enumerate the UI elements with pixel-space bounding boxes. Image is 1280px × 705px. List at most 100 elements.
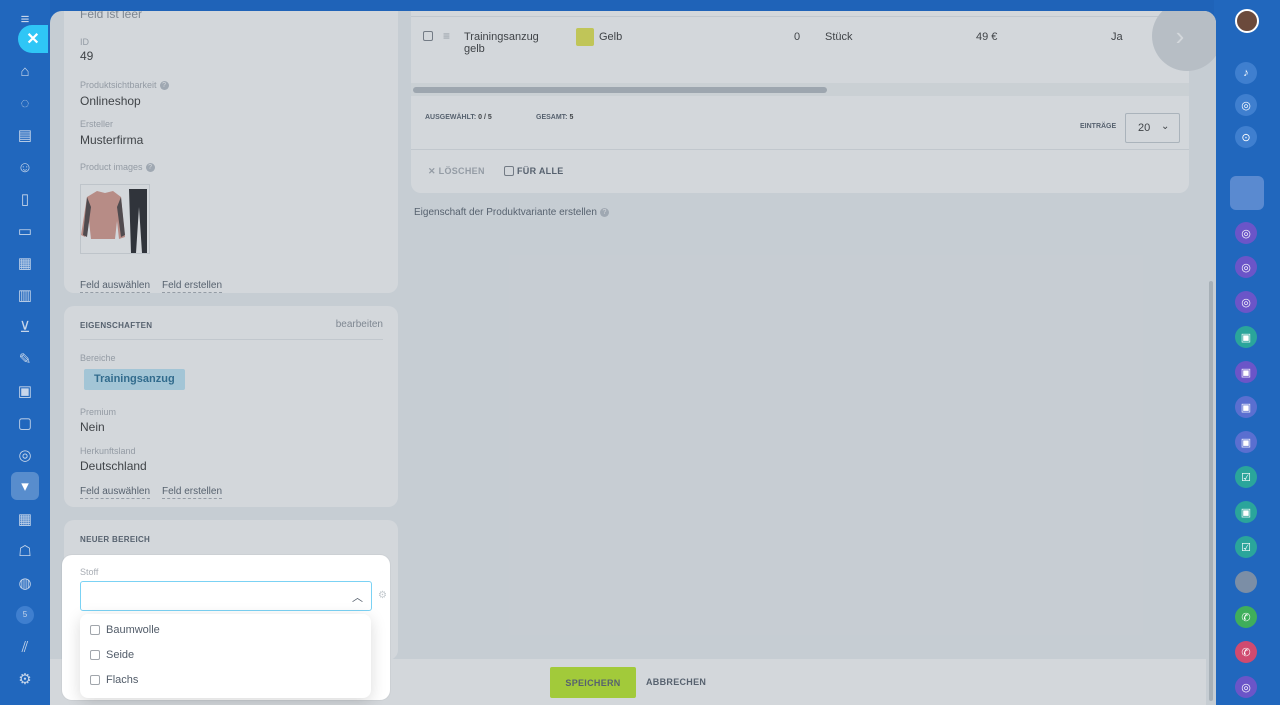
left-navigation-rail: ≡ ⌂ ◌ ▤ ☺ ▯ ▭ ▦ ▥ ⊻ ✎ ▣ ▢ ◎ ▾ ▦ ☖ ◍ 5 ⫽ … [0,0,50,705]
cancel-button[interactable]: ABBRECHEN [646,677,706,687]
settings-icon[interactable]: ⚙ [14,668,36,690]
empty-field-text: Feld ist leer [80,11,143,21]
variants-grid-card: ≡ Trainingsanzug gelb Gelb 0 Stück 49 € … [411,11,1189,193]
variant-active: Ja [1111,31,1123,43]
option-flachs[interactable]: Flachs [90,671,138,689]
product-info-card: Feld ist leer ID 49 Produktsichtbarkeit?… [64,11,398,293]
counter-badge[interactable]: 5 [14,604,36,626]
channel-icon[interactable]: ◎ [1235,222,1257,244]
origin-label: Herkunftsland [80,446,136,456]
vertical-scrollbar[interactable] [1209,281,1213,701]
help-icon[interactable]: ? [599,207,609,217]
drag-handle-icon[interactable]: ≡ [443,29,450,43]
checkbox-icon[interactable]: ☑ [1235,466,1257,488]
phone-icon[interactable]: ✆ [1235,641,1257,663]
activity-icon[interactable]: ◌ [14,92,36,114]
color-swatch [576,28,594,46]
stoff-dropdown: Baumwolle Seide Flachs [80,614,371,698]
premium-label: Premium [80,407,117,417]
activity-stream-icon[interactable]: ◎ [1235,94,1257,116]
channel-icon[interactable]: ◎ [1235,676,1257,698]
close-icon: ✕ [428,166,436,176]
properties-card: EIGENSCHAFTEN bearbeiten Bereiche Traini… [64,306,398,507]
selected-label: AUSGEWÄHLT: [425,114,477,121]
delete-button[interactable]: ✕ LÖSCHEN [428,166,485,177]
robot-icon[interactable]: ☖ [14,540,36,562]
for-all-checkbox[interactable]: FÜR ALLE [504,166,564,176]
right-rail: ♪ ◎ ⊙ ◎ ◎ ◎ ▣ ▣ ▣ ▣ ☑ ▣ ☑ ✆ ✆ ◎ [1214,0,1280,705]
presentation-icon[interactable]: ▦ [14,252,36,274]
field-edit-popup: Stoff ︿ ⚙ Baumwolle Seide Flachs [62,555,390,700]
gear-icon[interactable]: ⚙ [378,590,387,601]
variant-color: Gelb [599,31,623,43]
section-tag[interactable]: Trainingsanzug [84,369,185,390]
lock-icon[interactable]: ▣ [1235,396,1257,418]
product-image-thumbnail[interactable] [80,184,150,254]
create-field-link[interactable]: Feld erstellen [162,280,223,293]
new-section-title: NEUER BEREICH [80,535,151,544]
analytics-icon[interactable]: ▥ [14,284,36,306]
row-checkbox[interactable] [423,31,433,41]
help-icon[interactable]: ? [159,81,169,91]
search-icon[interactable]: ⊙ [1235,126,1257,148]
checkbox[interactable] [90,650,100,660]
catalog-icon[interactable]: ▾ [14,475,36,497]
lock-icon[interactable]: ▣ [1235,431,1257,453]
chevron-down-icon: ⌄ [1161,121,1170,132]
divider [80,339,383,340]
checkbox-icon[interactable]: ☑ [1235,536,1257,558]
close-slider-button[interactable]: ✕ [18,25,48,53]
select-field-link[interactable]: Feld auswählen [80,486,151,499]
entries-label: EINTRÄGE [1080,123,1117,130]
support-icon[interactable]: ◎ [14,444,36,466]
checkbox[interactable] [504,166,514,176]
phone-icon[interactable]: ✆ [1235,606,1257,628]
payments-icon[interactable]: ▭ [14,220,36,242]
create-variant-property-link[interactable]: Eigenschaft der Produktvariante erstelle… [414,207,609,218]
documents-icon[interactable]: ▯ [14,188,36,210]
variant-name[interactable]: Trainingsanzug gelb [464,31,554,55]
checkbox[interactable] [90,625,100,635]
images-label: Product images? [80,162,155,173]
lock-icon[interactable]: ▣ [1235,326,1257,348]
total-label: GESAMT: [536,114,568,121]
archive-icon[interactable]: ▣ [14,380,36,402]
for-all-label: FÜR ALLE [517,166,564,176]
table-row: ≡ Trainingsanzug gelb Gelb 0 Stück 49 € … [411,16,1189,66]
tasks-icon[interactable]: ▤ [14,124,36,146]
counter-value: 5 [16,606,34,624]
calendar-icon[interactable]: ▦ [14,508,36,530]
cart-icon[interactable]: ⊻ [14,316,36,338]
edit-document-icon[interactable]: ✎ [14,348,36,370]
select-field-link[interactable]: Feld auswählen [80,280,151,293]
lock-icon[interactable]: ▣ [1235,501,1257,523]
sites-icon[interactable]: ⫽ [14,636,36,658]
option-baumwolle[interactable]: Baumwolle [90,621,160,639]
variant-price: 49 € [976,31,998,43]
contact-avatar[interactable] [1230,176,1264,210]
horizontal-scrollbar[interactable] [413,87,827,93]
create-variant-property-text: Eigenschaft der Produktvariante erstelle… [414,207,597,218]
variant-unit: Stück [825,31,853,43]
notifications-icon[interactable]: ♪ [1235,62,1257,84]
target-icon[interactable]: ◍ [14,572,36,594]
help-icon[interactable]: ? [145,163,155,173]
stoff-select[interactable]: ︿ [80,581,372,611]
contact-avatar[interactable] [1235,571,1257,593]
channel-icon[interactable]: ◎ [1235,291,1257,313]
channel-icon[interactable]: ◎ [1235,256,1257,278]
billing-icon[interactable]: ▢ [14,412,36,434]
home-icon[interactable]: ⌂ [14,60,36,82]
lock-icon[interactable]: ▣ [1235,361,1257,383]
create-field-link[interactable]: Feld erstellen [162,486,223,499]
stoff-label: Stoff [80,567,99,577]
save-button[interactable]: SPEICHERN [550,667,636,698]
contacts-icon[interactable]: ☺ [14,156,36,178]
grid-divider [411,149,1189,150]
user-avatar[interactable] [1235,9,1259,33]
checkbox[interactable] [90,675,100,685]
entries-select[interactable]: 20 ⌄ [1125,113,1180,143]
edit-link[interactable]: bearbeiten [336,319,383,330]
option-seide[interactable]: Seide [90,646,134,664]
selected-counter: AUSGEWÄHLT: 0 / 5 [425,114,492,121]
